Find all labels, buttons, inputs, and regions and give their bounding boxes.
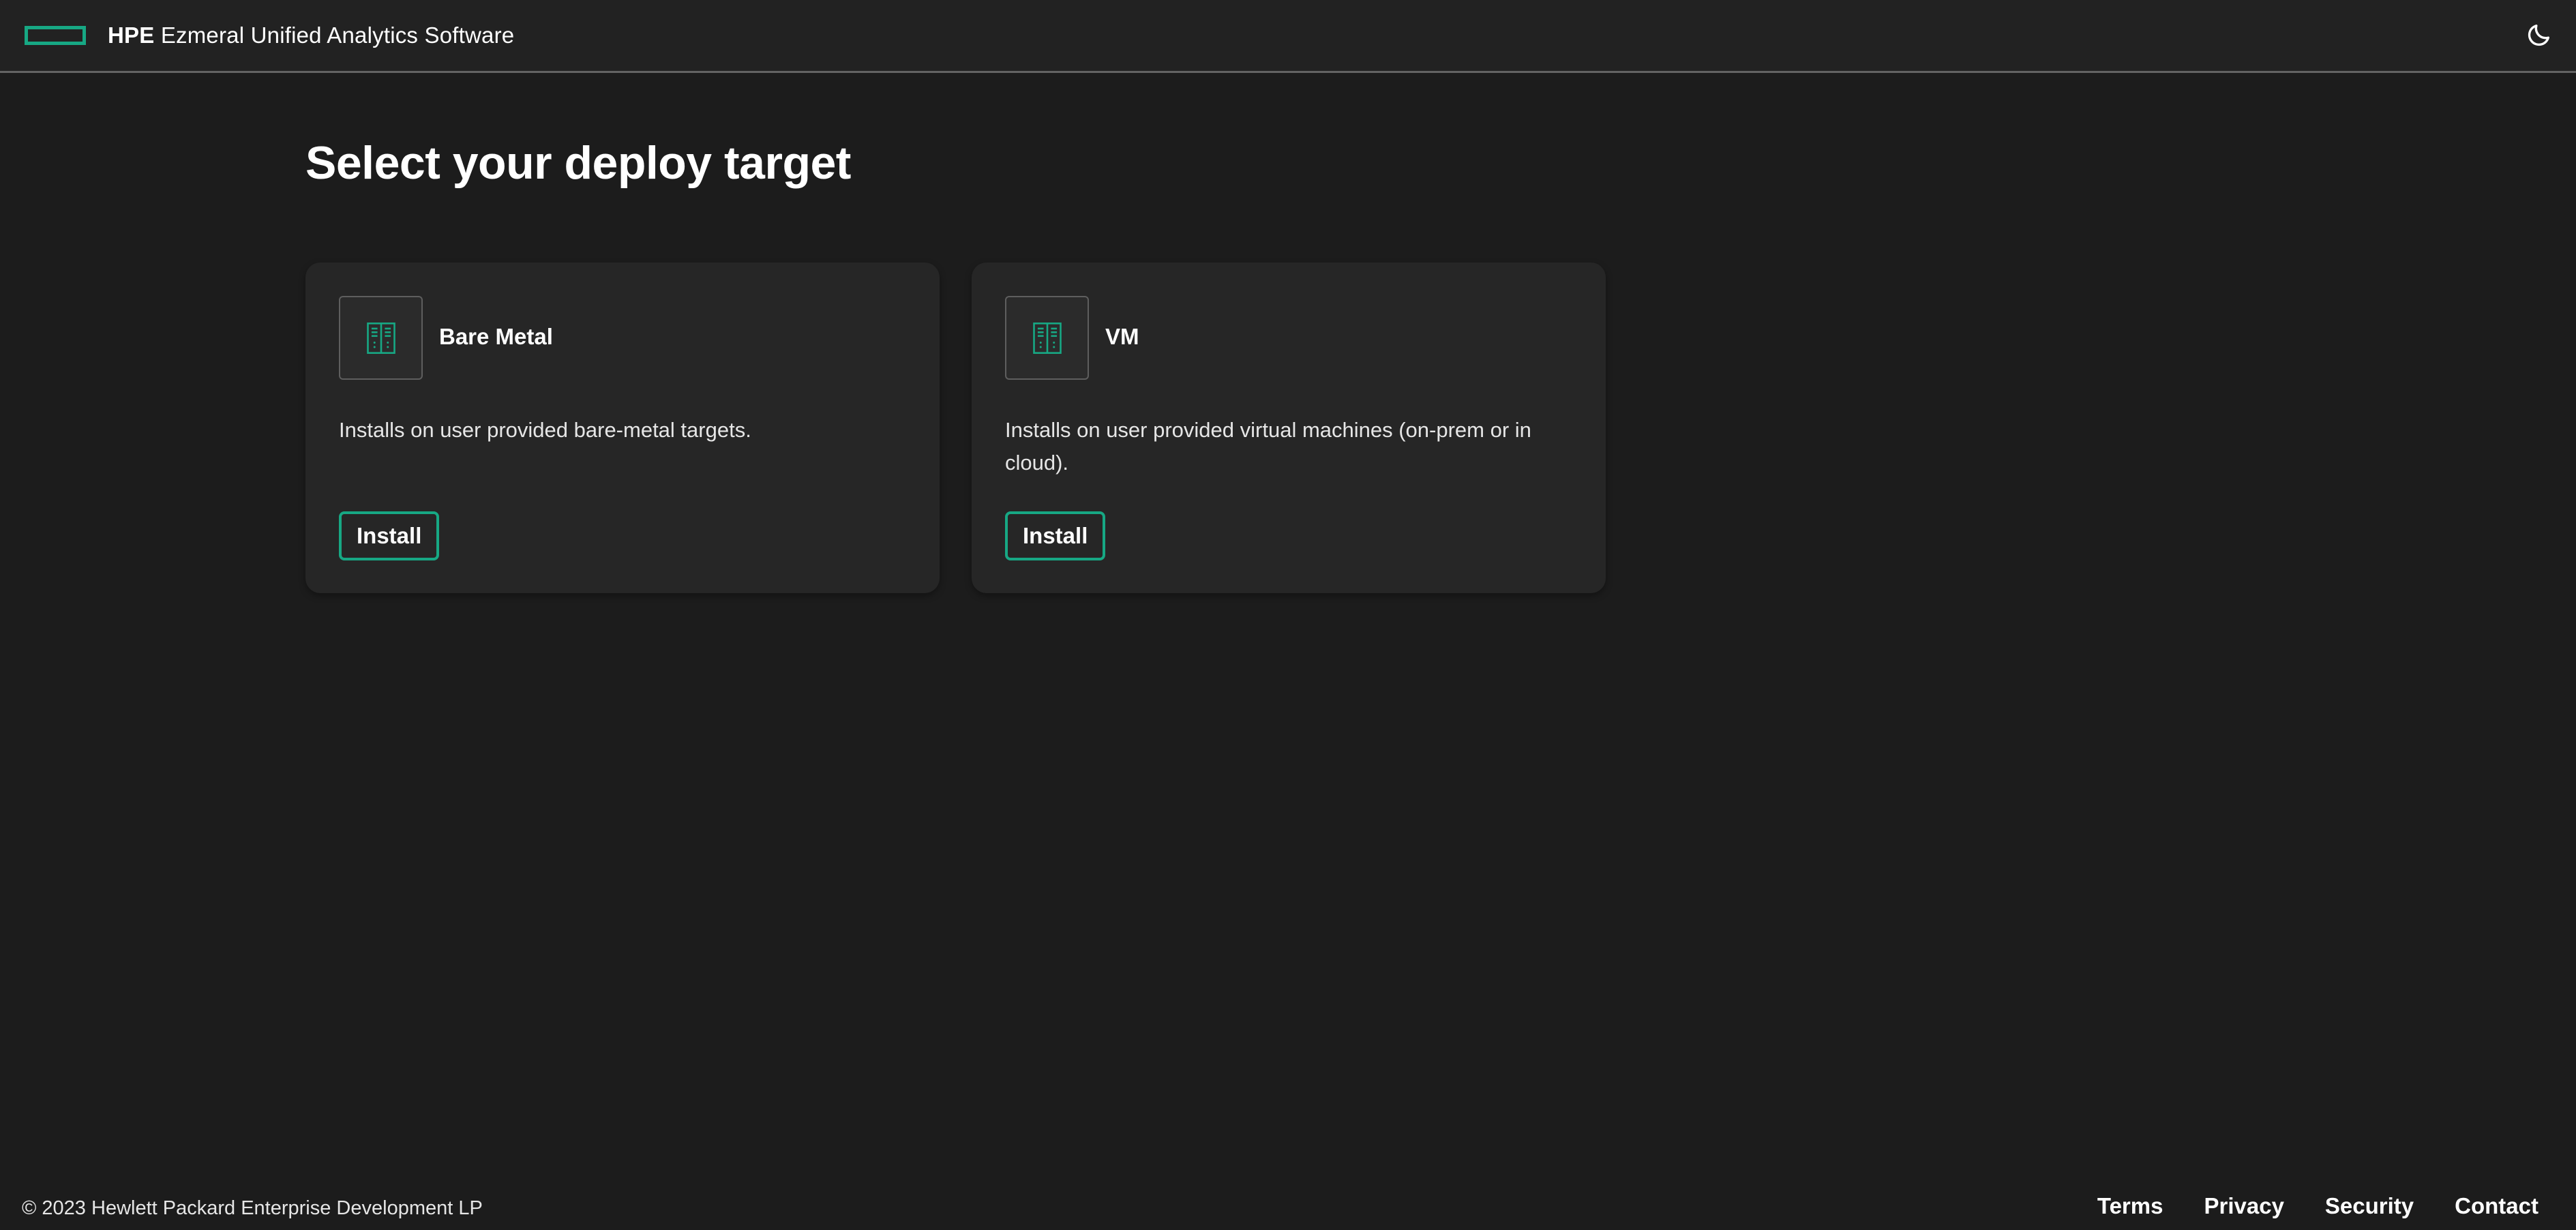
theme-toggle-button[interactable] (2523, 18, 2556, 51)
footer-link-contact[interactable]: Contact (2455, 1193, 2538, 1219)
deploy-card-vm[interactable]: VM Installs on user provided virtual mac… (972, 262, 1606, 593)
card-description: Installs on user provided virtual machin… (1005, 418, 1531, 475)
footer-link-privacy[interactable]: Privacy (2204, 1193, 2283, 1219)
footer-copyright: © 2023 Hewlett Packard Enterprise Develo… (22, 1197, 483, 1219)
footer-links: Terms Privacy Security Contact (2056, 1193, 2538, 1219)
card-description: Installs on user provided bare-metal tar… (339, 418, 751, 442)
hpe-logo-icon (25, 26, 86, 45)
footer-link-terms[interactable]: Terms (2097, 1193, 2163, 1219)
card-title: VM (1105, 324, 1139, 349)
server-icon (366, 322, 395, 354)
brand[interactable]: HPE Ezmeral Unified Analytics Software (25, 0, 514, 71)
server-icon-box (339, 296, 423, 380)
server-icon-box (1005, 296, 1089, 380)
card-title: Bare Metal (439, 324, 553, 349)
brand-name: HPE (108, 22, 155, 48)
app-header: HPE Ezmeral Unified Analytics Software (0, 0, 2576, 73)
install-vm-button[interactable]: Install (1005, 511, 1106, 560)
install-bare-metal-button[interactable]: Install (339, 511, 440, 560)
deploy-card-bare-metal[interactable]: Bare Metal Installs on user provided bar… (305, 262, 940, 593)
moon-icon (2528, 25, 2549, 46)
footer-link-security[interactable]: Security (2325, 1193, 2414, 1219)
product-name: Ezmeral Unified Analytics Software (154, 22, 515, 48)
app-title: HPE Ezmeral Unified Analytics Software (108, 22, 514, 48)
page-title: Select your deploy target (305, 137, 851, 189)
server-icon (1032, 322, 1062, 354)
